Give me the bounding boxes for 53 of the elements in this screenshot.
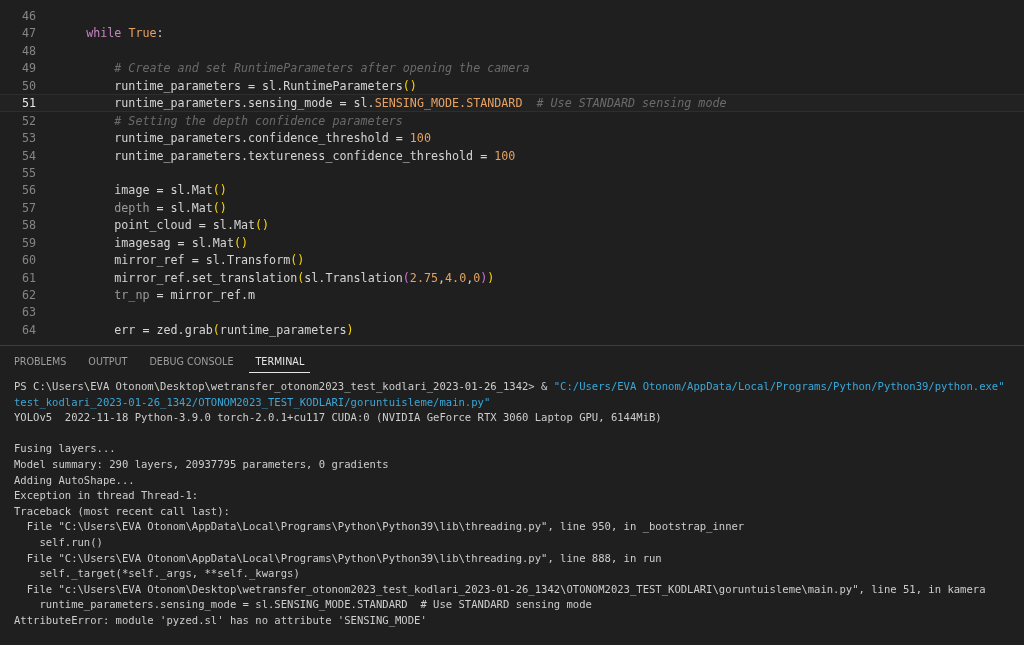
panel-tab[interactable]: PROBLEMS: [8, 352, 73, 373]
line-number: 52: [20, 112, 36, 129]
code-line: depth = sl.Mat(): [113, 199, 227, 216]
code-line: mirror_ref.set_translation(sl.Translation(2.75,4.0,0)): [113, 269, 495, 285]
code-line: runtime_parameters.confidence_threshold = 100: [113, 130, 431, 146]
code-line: err = zed.grab(runtime_parameters): [113, 321, 354, 338]
line-number: 59: [20, 234, 36, 251]
line-number: 46: [20, 8, 36, 24]
code-line: # Create and set RuntimeParameters after opening the camera: [113, 60, 530, 76]
terminal-line: Fusing layers...: [14, 441, 116, 457]
terminal-line: File "C:\Users\EVA Otonom\AppData\Local\Programs\Python\Python39\lib\threading.py", line 950, in _bootstrap_inner: [25, 519, 745, 535]
terminal-line: Exception in thread Thread-1:: [14, 488, 199, 504]
line-number: 47: [20, 25, 36, 41]
terminal-line: self._target(*self._args, **self._kwargs): [38, 566, 300, 582]
line-number: 53: [20, 130, 36, 146]
line-number: 49: [20, 60, 36, 76]
terminal-line: File "C:\Users\EVA Otonom\AppData\Local\Programs\Python\Python39\lib\threading.py", line 888, in run: [25, 550, 662, 566]
code-line: point_cloud = sl.Mat(): [113, 217, 270, 233]
terminal-line: runtime_parameters.sensing_mode = sl.SENSING_MODE.STANDARD # Use STANDARD sensing mode: [38, 597, 592, 613]
line-number: 61: [20, 269, 36, 285]
terminal-line: test_kodlari_2023-01-26_1342/OTONOM2023_TEST_KODLARI/goruntuisleme/main.py": [14, 394, 491, 411]
line-number: 60: [20, 252, 36, 268]
terminal-line: Adding AutoShape...: [14, 472, 135, 488]
panel-tab[interactable]: DEBUG CONSOLE: [143, 352, 240, 373]
code-line: imagesag = sl.Mat(): [113, 234, 248, 251]
terminal-line: File "c:\Users\EVA Otonom\Desktop\wetransfer_otonom2023_test_kodlari_2023-01-26_1342\OTONOM2023_TEST_KODLARI\goruntuisleme\main.py", line 51, in kamera: [25, 581, 986, 598]
line-number: 55: [20, 164, 36, 181]
terminal-line: Model summary: 290 layers, 20937795 parameters, 0 gradients: [14, 456, 389, 472]
terminal-line: Traceback (most recent call last):: [14, 503, 230, 519]
line-number: 56: [20, 182, 36, 198]
code-line: while True:: [85, 25, 164, 41]
line-number: 62: [20, 287, 36, 303]
code-line: image = sl.Mat(): [113, 182, 227, 198]
line-number: 51: [20, 95, 36, 111]
line-number: 58: [20, 217, 36, 233]
panel-tab[interactable]: TERMINAL: [249, 352, 311, 373]
line-number: 63: [20, 304, 36, 320]
terminal-line: PS C:\Users\EVA Otonom\Desktop\wetransfer_otonom2023_test_kodlari_2023-01-26_1342> & "C:/Users/EVA Otonom/AppData/Local/Programs/Python/Python39/python.exe": [14, 379, 1005, 395]
code-line: mirror_ref = sl.Transform(): [113, 252, 305, 268]
panel-tab[interactable]: OUTPUT: [82, 352, 134, 373]
terminal-line: AttributeError: module 'pyzed.sl' has no attribute 'SENSING_MODE': [14, 612, 427, 629]
code-line: runtime_parameters.sensing_mode = sl.SENSING_MODE.STANDARD # Use STANDARD sensing mode: [113, 95, 727, 111]
line-number: 54: [20, 147, 36, 163]
line-number: 57: [20, 199, 36, 216]
code-line: # Setting the depth confidence parameters: [113, 112, 403, 129]
line-number: 64: [20, 321, 36, 338]
line-number: 48: [20, 42, 36, 59]
line-number: 50: [20, 77, 36, 94]
code-line: tr_np = mirror_ref.m: [113, 287, 256, 303]
terminal-line: self.run(): [38, 534, 103, 550]
code-line: runtime_parameters.textureness_confidence_threshold = 100: [113, 147, 516, 163]
code-line: runtime_parameters = sl.RuntimeParameters(): [113, 77, 417, 94]
terminal-line: YOLOv5 2022-11-18 Python-3.9.0 torch-2.0.1+cu117 CUDA:0 (NVIDIA GeForce RTX 3060 Laptop GPU, 6144MiB): [14, 410, 662, 426]
